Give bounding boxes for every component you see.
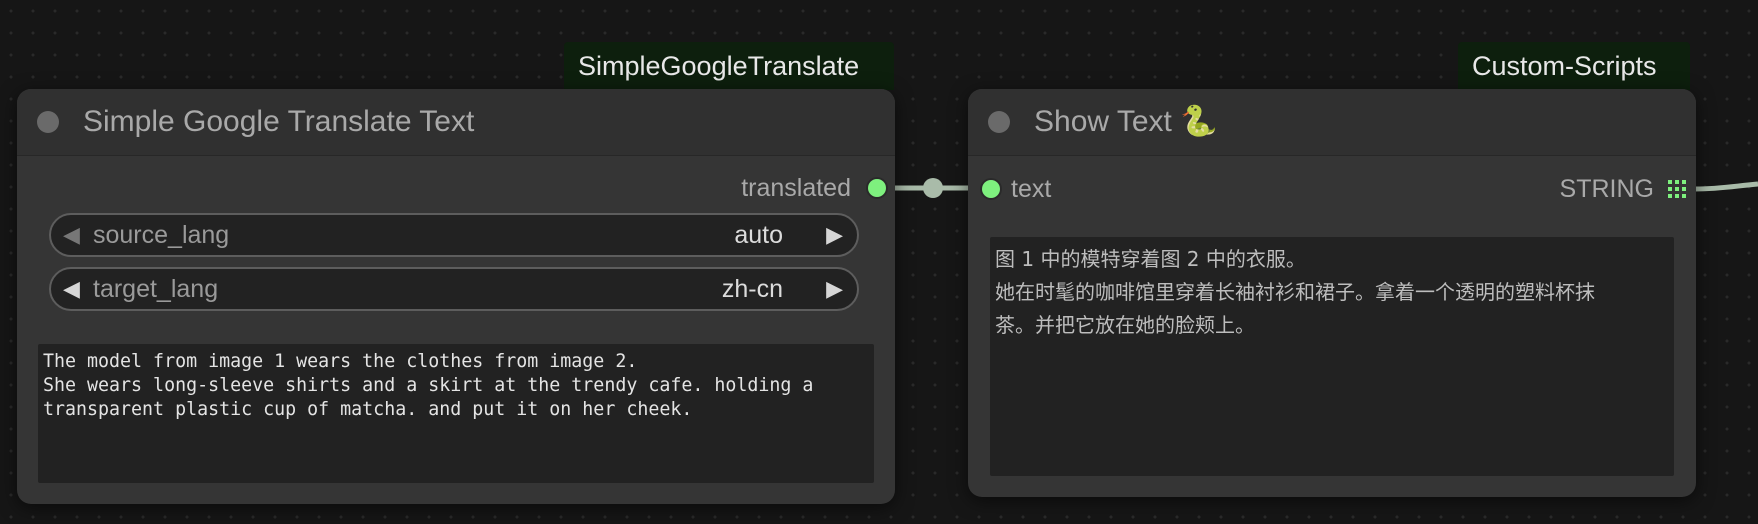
- source-lang-combo[interactable]: ◀ source_lang auto ▶: [49, 213, 859, 257]
- link-string-output[interactable]: [1694, 181, 1758, 192]
- widget-value: auto: [734, 221, 783, 249]
- link-midpoint-handle[interactable]: [923, 178, 943, 198]
- output-slot-label: translated: [741, 174, 851, 202]
- target-lang-combo[interactable]: ◀ target_lang zh-cn ▶: [49, 267, 859, 311]
- increment-arrow-icon[interactable]: ▶: [826, 215, 843, 255]
- node-collapse-dot[interactable]: [988, 111, 1010, 133]
- node-header[interactable]: Show Text 🐍: [968, 89, 1696, 156]
- node-title: Show Text 🐍: [1034, 105, 1218, 138]
- decrement-arrow-icon[interactable]: ◀: [63, 215, 80, 255]
- node-collapse-dot[interactable]: [37, 111, 59, 133]
- output-list-grid-icon[interactable]: [1668, 180, 1686, 198]
- show-text-node[interactable]: Show Text 🐍 text STRING 图 1 中的模特穿着图 2 中的…: [968, 89, 1696, 497]
- widget-name: source_lang: [93, 221, 230, 249]
- increment-arrow-icon[interactable]: ▶: [826, 269, 843, 309]
- input-text-area[interactable]: The model from image 1 wears the clothes…: [38, 344, 874, 483]
- output-slot-translated[interactable]: [868, 179, 886, 197]
- input-slot-label: text: [1011, 175, 1052, 203]
- node-header[interactable]: Simple Google Translate Text: [17, 89, 895, 156]
- node-source-badge: Custom-Scripts: [1458, 42, 1690, 90]
- node-title: Simple Google Translate Text: [83, 105, 475, 138]
- output-text-area[interactable]: 图 1 中的模特穿着图 2 中的衣服。 她在时髦的咖啡馆里穿着长袖衬衫和裙子。拿…: [990, 237, 1674, 476]
- input-slot-text[interactable]: [982, 180, 1000, 198]
- node-source-badge: SimpleGoogleTranslate: [564, 42, 894, 90]
- widget-name: target_lang: [93, 275, 219, 303]
- output-slot-label: STRING: [1559, 175, 1654, 203]
- widget-value: zh-cn: [721, 275, 783, 303]
- decrement-arrow-icon[interactable]: ◀: [63, 269, 80, 309]
- simple-google-translate-node[interactable]: Simple Google Translate Text translated …: [17, 89, 895, 504]
